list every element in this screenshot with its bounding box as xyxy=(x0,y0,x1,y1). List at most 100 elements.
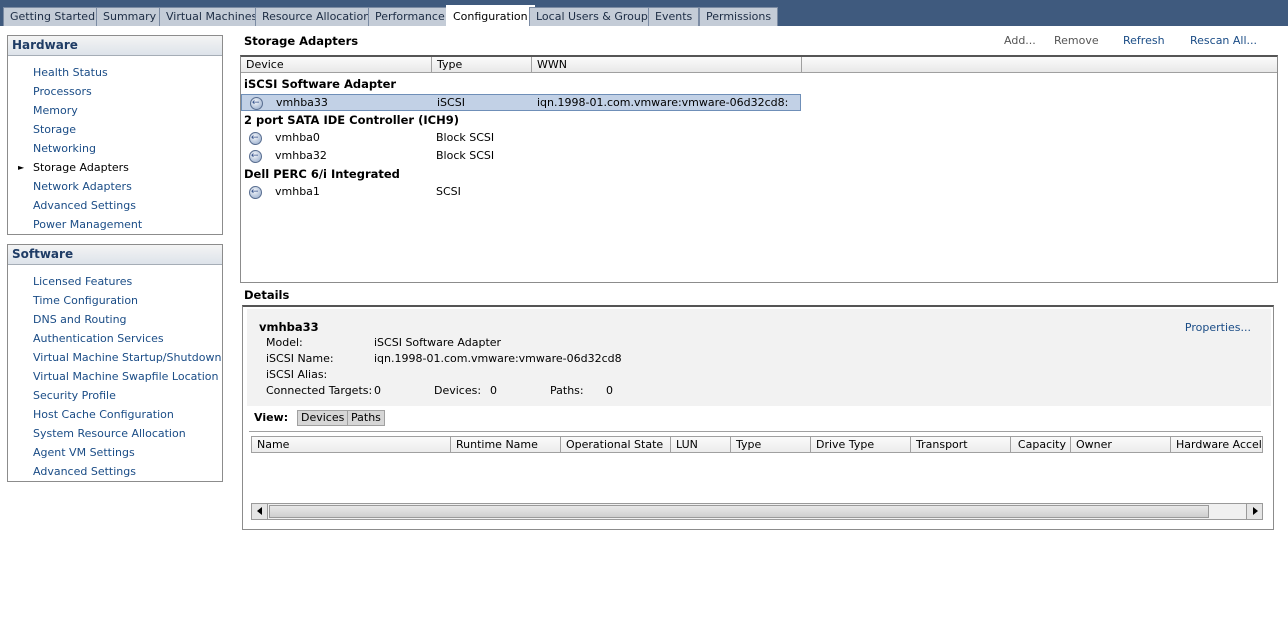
tab-events[interactable]: Events xyxy=(648,7,700,26)
group-dell-perc: Dell PERC 6/i Integrated xyxy=(244,167,400,181)
nav-network-adapters[interactable]: Network Adapters xyxy=(8,177,222,196)
adapter-type: SCSI xyxy=(436,185,461,198)
column-header-owner[interactable]: Owner xyxy=(1071,436,1171,453)
group-sata-ide-controller: 2 port SATA IDE Controller (ICH9) xyxy=(244,113,459,127)
scroll-left-button[interactable] xyxy=(252,504,268,519)
adapter-device: vmhba1 xyxy=(275,185,320,198)
iscsi-name-label: iSCSI Name: xyxy=(266,352,334,365)
iscsi-alias-label: iSCSI Alias: xyxy=(266,368,328,381)
refresh-button[interactable]: Refresh xyxy=(1123,34,1165,47)
nav-licensed-features[interactable]: Licensed Features xyxy=(8,272,222,291)
nav-system-resource-allocation[interactable]: System Resource Allocation xyxy=(8,424,222,443)
column-header-lun[interactable]: LUN xyxy=(671,436,731,453)
column-header-type[interactable]: Type xyxy=(731,436,811,453)
column-header-drive-type[interactable]: Drive Type xyxy=(811,436,911,453)
column-header-hardware-acceleration[interactable]: Hardware Acceler xyxy=(1171,436,1263,453)
tab-getting-started[interactable]: Getting Started xyxy=(3,7,103,26)
nav-health-status[interactable]: Health Status xyxy=(8,63,222,82)
iscsi-name-value: iqn.1998-01.com.vmware:vmware-06d32cd8 xyxy=(374,352,622,365)
devices-value: 0 xyxy=(490,384,497,397)
tab-summary[interactable]: Summary xyxy=(96,7,164,26)
adapter-device: vmhba33 xyxy=(276,96,328,109)
nav-host-cache-configuration[interactable]: Host Cache Configuration xyxy=(8,405,222,424)
adapter-row-vmhba1[interactable]: vmhba1 SCSI xyxy=(241,184,801,201)
column-header-wwn[interactable]: WWN xyxy=(532,57,802,73)
group-iscsi-software-adapter: iSCSI Software Adapter xyxy=(244,77,397,91)
adapter-type: iSCSI xyxy=(437,96,465,109)
column-header-device[interactable]: Device xyxy=(241,57,432,73)
arrow-right-icon xyxy=(1253,507,1262,515)
storage-adapters-table: Device Type WWN iSCSI Software Adapter v… xyxy=(240,55,1278,283)
tab-performance[interactable]: Performance xyxy=(368,7,452,26)
nav-storage[interactable]: Storage xyxy=(8,120,222,139)
paths-label: Paths: xyxy=(550,384,584,397)
remove-button[interactable]: Remove xyxy=(1054,34,1099,47)
nav-dns-and-routing[interactable]: DNS and Routing xyxy=(8,310,222,329)
scrollbar-thumb[interactable] xyxy=(269,505,1209,518)
details-adapter-name: vmhba33 xyxy=(259,320,319,334)
view-paths-button[interactable]: Paths xyxy=(347,410,385,426)
column-header-runtime-name[interactable]: Runtime Name xyxy=(451,436,561,453)
nav-agent-vm-settings[interactable]: Agent VM Settings xyxy=(8,443,222,462)
column-header-empty xyxy=(802,57,1277,73)
view-devices-button[interactable]: Devices xyxy=(297,410,349,426)
adapter-row-vmhba32[interactable]: vmhba32 Block SCSI xyxy=(241,148,801,165)
add-button[interactable]: Add... xyxy=(1004,34,1036,47)
adapter-device: vmhba0 xyxy=(275,131,320,144)
scroll-right-button[interactable] xyxy=(1246,504,1262,519)
devices-label: Devices: xyxy=(434,384,482,397)
adapter-icon xyxy=(249,184,262,200)
column-header-operational-state[interactable]: Operational State xyxy=(561,436,671,453)
adapter-wwn: iqn.1998-01.com.vmware:vmware-06d32cd8: xyxy=(537,96,789,109)
model-value: iSCSI Software Adapter xyxy=(374,336,502,349)
nav-storage-adapters[interactable]: ► Storage Adapters xyxy=(8,158,222,177)
hardware-panel: Hardware Health Status Processors Memory… xyxy=(7,35,223,235)
software-panel-title: Software xyxy=(8,245,222,265)
nav-power-management[interactable]: Power Management xyxy=(8,215,222,234)
column-header-capacity[interactable]: Capacity xyxy=(1011,436,1071,453)
tab-permissions[interactable]: Permissions xyxy=(699,7,779,26)
tab-resource-allocation[interactable]: Resource Allocation xyxy=(255,7,378,26)
adapter-icon xyxy=(250,95,263,111)
paths-value: 0 xyxy=(606,384,613,397)
connected-targets-label: Connected Targets: xyxy=(266,384,373,397)
hardware-panel-title: Hardware xyxy=(8,36,222,56)
nav-security-profile[interactable]: Security Profile xyxy=(8,386,222,405)
horizontal-scrollbar[interactable] xyxy=(251,503,1263,520)
nav-vm-startup-shutdown[interactable]: Virtual Machine Startup/Shutdown xyxy=(8,348,222,367)
nav-networking[interactable]: Networking xyxy=(8,139,222,158)
adapter-icon xyxy=(249,148,262,164)
arrow-left-icon xyxy=(253,507,262,515)
nav-vm-swapfile-location[interactable]: Virtual Machine Swapfile Location xyxy=(8,367,222,386)
adapter-row-vmhba33[interactable]: vmhba33 iSCSI iqn.1998-01.com.vmware:vmw… xyxy=(241,94,801,111)
adapter-type: Block SCSI xyxy=(436,149,495,162)
nav-processors[interactable]: Processors xyxy=(8,82,222,101)
adapter-type: Block SCSI xyxy=(436,131,495,144)
software-panel: Software Licensed Features Time Configur… xyxy=(7,244,223,482)
storage-adapters-title: Storage Adapters xyxy=(244,34,359,48)
view-label: View: xyxy=(254,411,289,424)
nav-memory[interactable]: Memory xyxy=(8,101,222,120)
nav-advanced-settings-hw[interactable]: Advanced Settings xyxy=(8,196,222,215)
rescan-all-button[interactable]: Rescan All... xyxy=(1190,34,1257,47)
nav-time-configuration[interactable]: Time Configuration xyxy=(8,291,222,310)
properties-link[interactable]: Properties... xyxy=(1185,321,1251,334)
divider xyxy=(249,431,1261,432)
adapter-row-vmhba0[interactable]: vmhba0 Block SCSI xyxy=(241,130,801,147)
nav-storage-adapters-label: Storage Adapters xyxy=(33,161,129,174)
details-summary: vmhba33 Properties... Model: iSCSI Softw… xyxy=(247,309,1271,406)
column-header-name[interactable]: Name xyxy=(251,436,451,453)
nav-advanced-settings-sw[interactable]: Advanced Settings xyxy=(8,462,222,481)
details-title: Details xyxy=(244,288,290,302)
column-header-transport[interactable]: Transport xyxy=(911,436,1011,453)
top-tab-bar: Getting Started Summary Virtual Machines… xyxy=(0,0,1288,26)
tab-local-users-groups[interactable]: Local Users & Groups xyxy=(529,7,661,26)
tab-configuration[interactable]: Configuration xyxy=(446,5,535,26)
selected-arrow-icon: ► xyxy=(18,163,25,172)
tab-virtual-machines[interactable]: Virtual Machines xyxy=(159,7,265,26)
nav-authentication-services[interactable]: Authentication Services xyxy=(8,329,222,348)
column-header-type[interactable]: Type xyxy=(432,57,532,73)
connected-targets-value: 0 xyxy=(374,384,381,397)
adapter-icon xyxy=(249,130,262,146)
adapter-device: vmhba32 xyxy=(275,149,327,162)
